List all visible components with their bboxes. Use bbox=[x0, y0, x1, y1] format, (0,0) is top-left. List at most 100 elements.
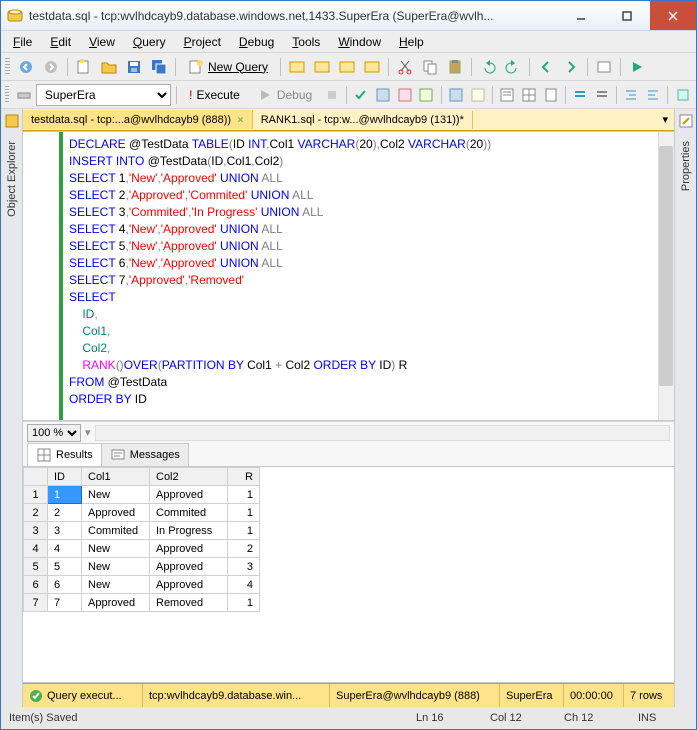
row-header[interactable]: 1 bbox=[24, 486, 48, 504]
col-header-col2[interactable]: Col2 bbox=[150, 468, 228, 486]
cell-col2[interactable]: Removed bbox=[150, 594, 228, 612]
editor-hscrollbar[interactable] bbox=[95, 425, 670, 441]
menu-edit[interactable]: Edit bbox=[42, 33, 79, 51]
cell-col2[interactable]: Approved bbox=[150, 486, 228, 504]
row-header[interactable]: 6 bbox=[24, 576, 48, 594]
object-explorer-tab[interactable]: Object Explorer bbox=[4, 135, 20, 223]
nav-fwd-button[interactable] bbox=[560, 56, 582, 78]
tab-results[interactable]: Results bbox=[27, 443, 102, 466]
menu-view[interactable]: View bbox=[81, 33, 123, 51]
cell-col1[interactable]: New bbox=[82, 486, 150, 504]
table-row[interactable]: 66NewApproved4 bbox=[24, 576, 260, 594]
results-grid[interactable]: ID Col1 Col2 R 11NewApproved122ApprovedC… bbox=[23, 467, 260, 612]
de-button[interactable] bbox=[286, 56, 308, 78]
tab-inactive[interactable]: RANK1.sql - tcp:w...@wvlhdcayb9 (131))* bbox=[253, 111, 473, 129]
table-row[interactable]: 77ApprovedRemoved1 bbox=[24, 594, 260, 612]
copy-button[interactable] bbox=[419, 56, 441, 78]
col-header-r[interactable]: R bbox=[228, 468, 260, 486]
cell-r[interactable]: 4 bbox=[228, 576, 260, 594]
cell-r[interactable]: 1 bbox=[228, 594, 260, 612]
cut-button[interactable] bbox=[394, 56, 416, 78]
menu-project[interactable]: Project bbox=[176, 33, 229, 51]
table-row[interactable]: 33CommitedIn Progress1 bbox=[24, 522, 260, 540]
editor-vscrollbar[interactable] bbox=[658, 132, 674, 420]
forward-button[interactable] bbox=[40, 56, 62, 78]
actual-plan-button[interactable] bbox=[446, 84, 465, 106]
cell-col1[interactable]: Approved bbox=[82, 594, 150, 612]
cell-col1[interactable]: Commited bbox=[82, 522, 150, 540]
find-button[interactable] bbox=[593, 56, 615, 78]
results-grid-button[interactable] bbox=[519, 84, 538, 106]
menu-query[interactable]: Query bbox=[125, 33, 174, 51]
maximize-button[interactable] bbox=[604, 1, 650, 30]
cell-id[interactable]: 3 bbox=[48, 522, 82, 540]
query-options-button[interactable] bbox=[395, 84, 414, 106]
save-button[interactable] bbox=[123, 56, 145, 78]
uncomment-button[interactable] bbox=[592, 84, 611, 106]
cell-id[interactable]: 5 bbox=[48, 558, 82, 576]
stop-button[interactable] bbox=[322, 84, 341, 106]
dx-button[interactable] bbox=[361, 56, 383, 78]
cell-id[interactable]: 7 bbox=[48, 594, 82, 612]
cell-col2[interactable]: Approved bbox=[150, 540, 228, 558]
cell-r[interactable]: 1 bbox=[228, 504, 260, 522]
row-header[interactable]: 2 bbox=[24, 504, 48, 522]
row-header[interactable]: 5 bbox=[24, 558, 48, 576]
cell-r[interactable]: 2 bbox=[228, 540, 260, 558]
minimize-button[interactable] bbox=[558, 1, 604, 30]
toolbar-grip[interactable] bbox=[5, 86, 9, 104]
indent-button[interactable] bbox=[622, 84, 641, 106]
execute-button[interactable]: ! Execute bbox=[182, 85, 247, 105]
tab-messages[interactable]: Messages bbox=[101, 443, 189, 466]
cell-col1[interactable]: New bbox=[82, 540, 150, 558]
cell-col2[interactable]: In Progress bbox=[150, 522, 228, 540]
results-grid-wrap[interactable]: ID Col1 Col2 R 11NewApproved122ApprovedC… bbox=[23, 467, 674, 683]
outdent-button[interactable] bbox=[644, 84, 663, 106]
estimated-plan-button[interactable] bbox=[373, 84, 392, 106]
client-stats-button[interactable] bbox=[468, 84, 487, 106]
table-row[interactable]: 55NewApproved3 bbox=[24, 558, 260, 576]
redo-button[interactable] bbox=[502, 56, 524, 78]
parse-button[interactable] bbox=[352, 84, 371, 106]
cell-col1[interactable]: Approved bbox=[82, 504, 150, 522]
dm-button[interactable] bbox=[336, 56, 358, 78]
menu-tools[interactable]: Tools bbox=[284, 33, 328, 51]
comment-button[interactable] bbox=[571, 84, 590, 106]
close-button[interactable] bbox=[650, 1, 696, 30]
properties-icon[interactable] bbox=[678, 113, 694, 129]
connection-button[interactable] bbox=[14, 84, 33, 106]
cell-r[interactable]: 1 bbox=[228, 522, 260, 540]
tab-close-icon[interactable]: × bbox=[237, 113, 244, 126]
toolbar-grip[interactable] bbox=[5, 58, 10, 76]
title-bar[interactable]: testdata.sql - tcp:wvlhdcayb9.database.w… bbox=[1, 1, 696, 31]
col-header-id[interactable]: ID bbox=[48, 468, 82, 486]
cell-id[interactable]: 4 bbox=[48, 540, 82, 558]
cell-col2[interactable]: Approved bbox=[150, 558, 228, 576]
col-header-rownum[interactable] bbox=[24, 468, 48, 486]
menu-window[interactable]: Window bbox=[330, 33, 389, 51]
tab-active[interactable]: testdata.sql - tcp:...a@wvlhdcayb9 (888)… bbox=[23, 110, 253, 129]
row-header[interactable]: 4 bbox=[24, 540, 48, 558]
cell-id[interactable]: 1 bbox=[48, 486, 82, 504]
zoom-combo[interactable]: 100 % bbox=[27, 424, 81, 442]
menu-help[interactable]: Help bbox=[391, 33, 432, 51]
da-button[interactable] bbox=[311, 56, 333, 78]
database-combo[interactable]: SuperEra bbox=[36, 84, 171, 106]
cell-col1[interactable]: New bbox=[82, 558, 150, 576]
table-row[interactable]: 11NewApproved1 bbox=[24, 486, 260, 504]
specify-template-button[interactable] bbox=[673, 84, 692, 106]
sql-editor[interactable]: DECLARE @TestData TABLE(ID INT,Col1 VARC… bbox=[23, 131, 674, 421]
cell-r[interactable]: 3 bbox=[228, 558, 260, 576]
nav-back-button[interactable] bbox=[535, 56, 557, 78]
scroll-thumb[interactable] bbox=[659, 146, 673, 386]
menu-file[interactable]: File bbox=[5, 33, 40, 51]
tab-overflow-button[interactable]: ▾ bbox=[656, 113, 674, 126]
code-content[interactable]: DECLARE @TestData TABLE(ID INT,Col1 VARC… bbox=[63, 132, 674, 420]
cell-col2[interactable]: Commited bbox=[150, 504, 228, 522]
cell-col1[interactable]: New bbox=[82, 576, 150, 594]
row-header[interactable]: 3 bbox=[24, 522, 48, 540]
undo-button[interactable] bbox=[477, 56, 499, 78]
row-header[interactable]: 7 bbox=[24, 594, 48, 612]
table-row[interactable]: 44NewApproved2 bbox=[24, 540, 260, 558]
new-query-button[interactable]: New Query bbox=[181, 56, 275, 78]
